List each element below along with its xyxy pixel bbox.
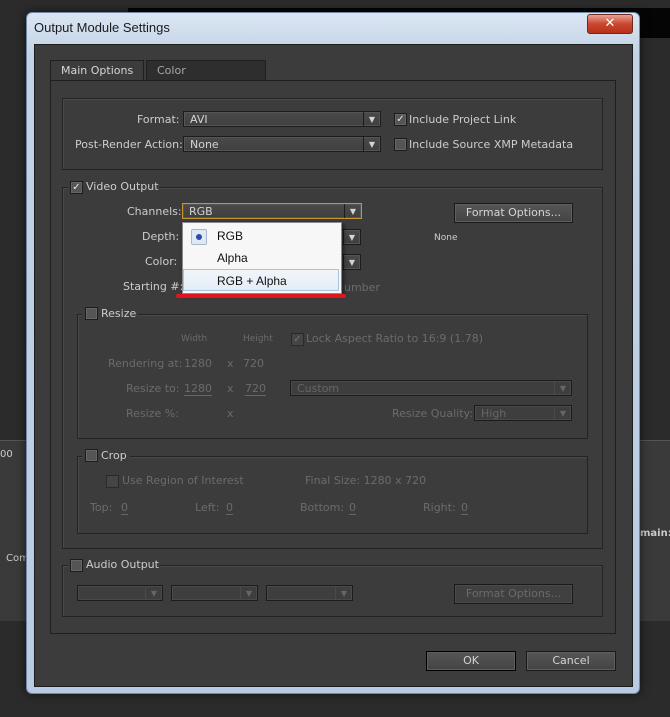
chevron-down-icon: ▼ [145,586,162,600]
chevron-down-icon: ▼ [554,406,571,420]
audio-depth-dropdown[interactable]: ▼ [171,585,258,601]
channels-menu-item-alpha[interactable]: Alpha [183,247,339,269]
video-output-label: Video Output [86,180,159,193]
rendering-width: 1280 [184,357,212,370]
crop-left-label: Left: [195,501,220,514]
format-dropdown[interactable]: AVI ▼ [183,111,381,127]
video-output-checkbox[interactable]: ✓ [70,181,83,194]
audio-output-checkbox[interactable] [70,559,83,572]
chevron-down-icon: ▼ [343,255,360,269]
include-xmp-checkbox[interactable] [394,138,407,151]
post-render-dropdown[interactable]: None ▼ [183,136,381,152]
rendering-at-label: Rendering at: [108,357,183,370]
channels-value: RGB [189,205,213,218]
resize-percent-label: Resize %: [126,407,179,420]
lock-aspect-label: Lock Aspect Ratio to 16:9 (1.78) [306,332,483,345]
chevron-down-icon: ▼ [554,381,571,395]
chevron-down-icon: ▼ [363,112,380,126]
crop-group [77,456,588,534]
post-render-value: None [190,138,219,151]
dialog-title: Output Module Settings [34,20,170,35]
rendering-x: x [227,357,234,370]
rendering-height: 720 [243,357,264,370]
crop-label: Crop [101,449,127,462]
check-icon: ✓ [72,182,81,193]
color-dropdown[interactable]: ▼ [340,254,361,270]
audio-rate-dropdown[interactable]: ▼ [77,585,163,601]
crop-left-field[interactable]: 0 [226,501,233,515]
menu-item-label: Alpha [217,251,248,265]
use-comp-frame-number-label: umber [344,281,380,294]
check-icon: ✓ [396,114,405,125]
format-group [62,98,603,170]
resize-percent-x: x [227,407,234,420]
background-right-panel: main: [640,440,670,621]
video-format-options-button[interactable]: Format Options... [454,203,573,223]
channels-label: Channels: [127,205,182,218]
resize-width-field[interactable]: 1280 [184,382,212,396]
color-label: Color: [145,255,178,268]
ok-button[interactable]: OK [426,651,516,671]
resize-preset-value: Custom [297,382,340,395]
height-header: Height [243,334,273,344]
depth-label: Depth: [142,230,180,243]
post-render-label: Post-Render Action: [75,138,183,151]
channels-menu-item-rgb[interactable]: RGB [183,225,339,247]
chevron-down-icon: ▼ [335,586,352,600]
resize-checkbox[interactable] [85,307,98,320]
format-value: AVI [190,113,208,126]
include-project-link-checkbox[interactable]: ✓ [394,113,407,126]
audio-output-label: Audio Output [86,558,159,571]
resize-height-field[interactable]: 720 [245,382,266,396]
resize-to-label: Resize to: [126,382,180,395]
bg-left-text-1: 00 [0,449,13,460]
crop-right-label: Right: [423,501,456,514]
close-icon: ✕ [604,16,616,31]
resize-preset-dropdown[interactable]: Custom ▼ [290,380,572,396]
use-roi-checkbox[interactable] [106,475,119,488]
channels-menu-item-rgb-alpha[interactable]: RGB + Alpha [183,269,339,291]
cancel-button[interactable]: Cancel [526,651,616,671]
final-size-text: Final Size: 1280 x 720 [305,474,427,487]
menu-item-label: RGB + Alpha [217,274,287,288]
crop-right-field[interactable]: 0 [461,501,468,515]
annotation-underline [176,294,346,298]
channels-dropdown[interactable]: RGB ▼ [182,203,362,219]
crop-bottom-field[interactable]: 0 [349,501,356,515]
resize-quality-label: Resize Quality: [392,407,473,420]
resize-quality-value: High [481,407,507,420]
include-project-link-label: Include Project Link [409,113,517,126]
crop-top-label: Top: [90,501,113,514]
resize-x: x [227,382,234,395]
audio-channels-dropdown[interactable]: ▼ [266,585,353,601]
audio-format-options-button[interactable]: Format Options... [454,584,573,604]
check-icon: ✓ [293,334,302,345]
format-label: Format: [137,113,180,126]
crop-bottom-label: Bottom: [300,501,345,514]
menu-item-label: RGB [217,229,244,243]
crop-checkbox[interactable] [85,449,98,462]
chevron-down-icon: ▼ [343,230,360,244]
chevron-down-icon: ▼ [240,586,257,600]
resize-label: Resize [101,307,137,320]
lock-aspect-checkbox[interactable]: ✓ [291,333,304,346]
tab-main-options[interactable]: Main Options [50,60,145,81]
format-info-text: None [434,233,458,243]
selected-radio-icon [191,229,207,245]
close-button[interactable]: ✕ [587,14,633,34]
crop-top-field[interactable]: 0 [121,501,128,515]
width-header: Width [181,334,208,344]
use-roi-label: Use Region of Interest [122,474,244,487]
tab-color-management[interactable]: Color Management [146,60,266,97]
starting-number-label: Starting #: [123,280,184,293]
resize-quality-dropdown[interactable]: High ▼ [474,405,572,421]
include-xmp-label: Include Source XMP Metadata [409,138,574,151]
bg-right-text: main: [640,528,670,539]
chevron-down-icon: ▼ [363,137,380,151]
depth-dropdown[interactable]: ▼ [340,229,361,245]
chevron-down-icon: ▼ [344,204,361,218]
channels-menu: RGB Alpha RGB + Alpha [182,222,342,294]
